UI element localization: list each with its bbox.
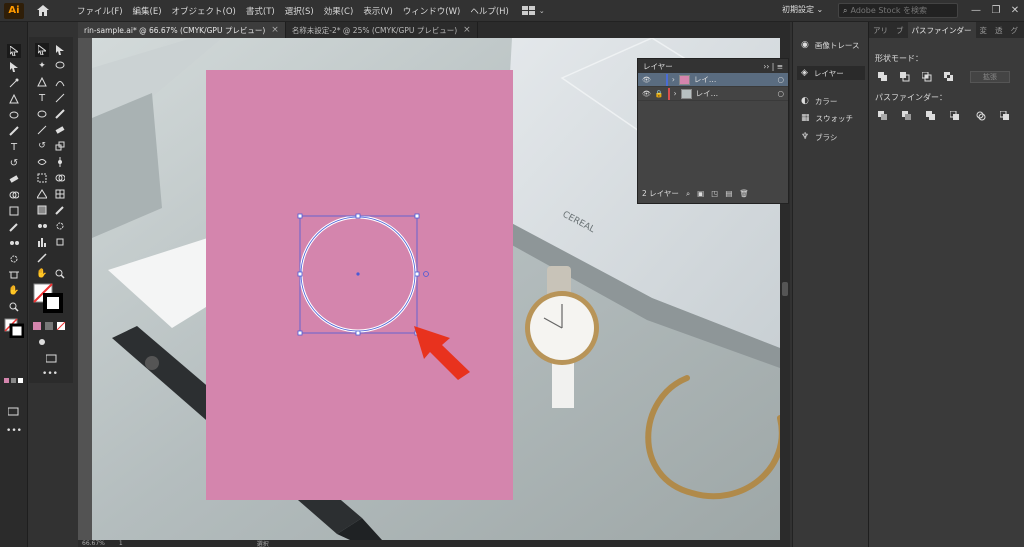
dock-item-brushes[interactable]: ♆ ブラシ [797, 130, 865, 144]
layer-color-bar [667, 87, 670, 100]
unite-icon[interactable] [877, 71, 889, 83]
chevron-right-icon[interactable]: › [674, 89, 677, 98]
layers-panel-title[interactable]: レイヤー [643, 61, 673, 72]
merge-icon[interactable] [925, 110, 937, 122]
center-point [356, 272, 360, 276]
swatches-icon: ▦ [801, 113, 810, 123]
layer-count: 2 レイヤー [642, 189, 679, 198]
scroll-thumb[interactable] [782, 282, 788, 296]
divide-icon[interactable] [877, 110, 889, 122]
panel-tabs: アリ ブ パスファインダー 変 透 グ [869, 22, 1024, 38]
pathfinder-label: パスファインダー： [875, 93, 947, 102]
dock-item-color[interactable]: ◐ カラー [797, 94, 865, 108]
live-corner-widget[interactable] [423, 271, 429, 277]
trim-icon[interactable] [901, 110, 913, 122]
dock-item-label: レイヤー [813, 68, 844, 78]
layer-thumbnail [678, 74, 690, 85]
layer-color-bar [665, 73, 668, 86]
status-bar: 66.67% 1 選択 [78, 540, 790, 547]
layers-panel-footer: 2 レイヤー ⌕ ▣ ◳ ▤ 🗑 [642, 188, 784, 199]
illustrator-window: Ai ファイル(F) 編集(E) オブジェクト(O) 書式(T) 選択(S) 効… [0, 0, 1024, 547]
tab-transparency[interactable]: 透 [991, 22, 1007, 38]
dock-item-label: 画像トレース [814, 40, 860, 50]
layers-panel: レイヤー ›› | ≡ 👁 › レイ… ○ 👁 🔒 › レイ… ○ 2 レイヤー… [637, 58, 789, 204]
dock-item-label: スウォッチ [815, 113, 854, 123]
new-sublayer-icon[interactable]: ◳ [711, 189, 718, 198]
tab-align[interactable]: アリ [869, 22, 892, 38]
dock-item-image-trace[interactable]: ◉ 画像トレース [797, 38, 865, 52]
intersect-icon[interactable] [921, 71, 933, 83]
tab-transform[interactable]: 変 [976, 22, 992, 38]
dock-item-label: ブラシ [815, 132, 838, 142]
new-layer-icon[interactable]: ▤ [725, 189, 732, 198]
trash-icon[interactable]: 🗑 [739, 189, 749, 198]
dock-item-swatches[interactable]: ▦ スウォッチ [797, 111, 865, 125]
color-palette-icon: ◐ [801, 96, 809, 106]
expand-button[interactable]: 拡張 [970, 71, 1010, 83]
pointer-arrow [414, 326, 470, 380]
layer-thumbnail [680, 88, 692, 99]
crop-icon[interactable] [949, 110, 961, 122]
layer-row[interactable]: 👁 🔒 › レイ… ○ [638, 87, 788, 101]
tab-b[interactable]: ブ [892, 22, 908, 38]
tab-pathfinder[interactable]: パスファインダー [907, 22, 976, 38]
brush-icon: ♆ [801, 132, 810, 142]
lock-icon[interactable]: 🔒 [655, 90, 664, 98]
minus-back-icon[interactable] [999, 110, 1011, 122]
status-mode: 選択 [256, 541, 269, 547]
pathfinder-panel-group: アリ ブ パスファインダー 変 透 グ 形状モード： パスファインダー： [868, 22, 1024, 547]
dock-item-layers[interactable]: ◈ レイヤー [797, 66, 865, 80]
exclude-icon[interactable] [943, 71, 955, 83]
layer-row[interactable]: 👁 › レイ… ○ [638, 73, 788, 87]
layers-panel-header: レイヤー ›› | ≡ [638, 59, 788, 73]
dock-item-label: カラー [814, 96, 838, 106]
target-circle-icon[interactable]: ○ [777, 75, 784, 84]
clipping-mask-icon[interactable]: ▣ [697, 189, 704, 198]
panel-dock: ◉ 画像トレース ◈ レイヤー ◐ カラー ▦ スウォッチ ♆ ブラシ [792, 22, 868, 547]
image-trace-icon: ◉ [801, 40, 809, 50]
minus-front-icon[interactable] [899, 71, 911, 83]
chevron-right-icon[interactable]: › [672, 75, 675, 84]
layer-name[interactable]: レイ… [696, 88, 719, 99]
visibility-eye-icon[interactable]: 👁 [642, 76, 651, 84]
visibility-eye-icon[interactable]: 👁 [642, 90, 651, 98]
tab-gradient[interactable]: グ [1007, 22, 1023, 38]
locate-object-icon[interactable]: ⌕ [686, 189, 690, 199]
outline-icon[interactable] [975, 110, 987, 122]
layers-icon: ◈ [801, 68, 808, 78]
artboard-number[interactable]: 1 [119, 540, 123, 547]
layer-name[interactable]: レイ… [694, 74, 717, 85]
target-circle-icon[interactable]: ○ [777, 89, 784, 98]
zoom-level[interactable]: 66.67% [82, 540, 105, 547]
panel-menu-icon[interactable]: ›› | ≡ [763, 62, 783, 71]
shape-mode-label: 形状モード： [875, 54, 923, 63]
